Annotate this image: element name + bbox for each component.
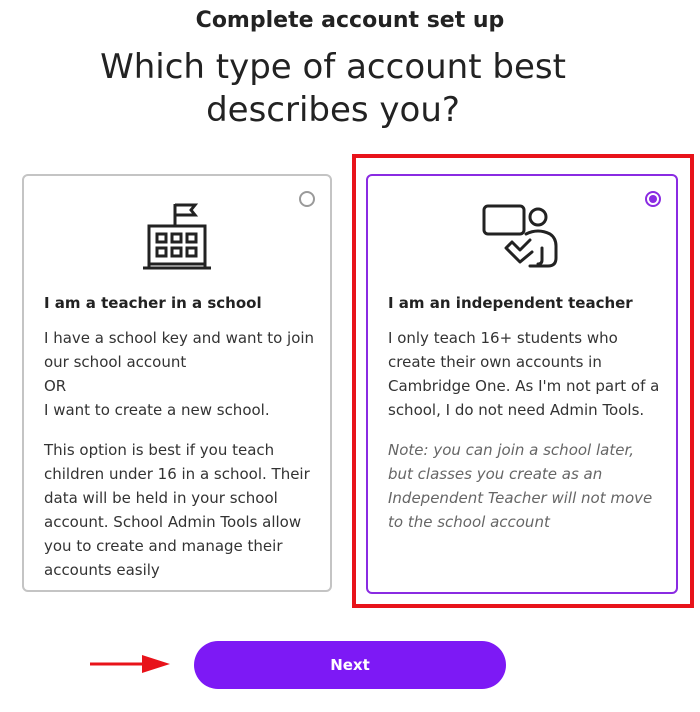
option-title: I am a teacher in a school bbox=[44, 294, 262, 312]
option-card-school[interactable]: I am a teacher in a school I have a scho… bbox=[22, 174, 332, 592]
option-card-independent[interactable]: I am an independent teacher I only teach… bbox=[366, 174, 678, 594]
option-description: I only teach 16+ students who create the… bbox=[388, 326, 663, 534]
next-button[interactable]: Next bbox=[194, 641, 506, 689]
option-title: I am an independent teacher bbox=[388, 294, 633, 312]
school-building-icon bbox=[24, 200, 330, 274]
option-description: I have a school key and want to join our… bbox=[44, 326, 316, 582]
page-title: Which type of account best describes you… bbox=[100, 47, 566, 130]
option-detail: This option is best if you teach childre… bbox=[44, 441, 310, 579]
option-detail: I only teach 16+ students who create the… bbox=[388, 329, 660, 419]
option-text-line: I have a school key and want to join our… bbox=[44, 329, 315, 371]
independent-teacher-icon bbox=[368, 200, 676, 274]
option-text-line: OR bbox=[44, 377, 67, 395]
step-title: Complete account set up bbox=[195, 8, 505, 33]
option-text-line: I want to create a new school. bbox=[44, 401, 270, 419]
annotation-arrow-icon bbox=[90, 655, 170, 673]
option-note: Note: you can join a school later, but c… bbox=[388, 441, 653, 531]
